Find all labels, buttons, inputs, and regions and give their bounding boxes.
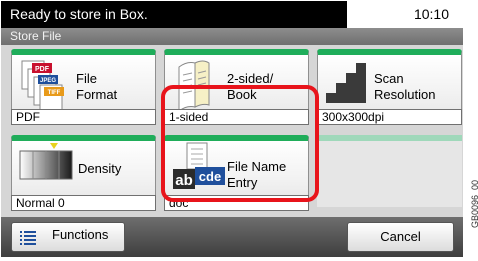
scan-resolution-icon	[324, 61, 370, 105]
svg-text:TIFF: TIFF	[48, 90, 61, 96]
density-icon	[18, 143, 74, 183]
svg-text:JPEG: JPEG	[40, 78, 56, 84]
bottom-bar: Functions Cancel	[1, 217, 463, 257]
status-bar: Ready to store in Box. 10:10	[1, 1, 463, 28]
functions-button[interactable]: Functions	[11, 222, 125, 252]
empty-tile-slot	[317, 135, 462, 207]
density-label: Density	[78, 161, 122, 176]
file-format-label: File Format	[76, 71, 118, 102]
functions-button-label: Functions	[52, 227, 109, 242]
selection-highlight	[161, 85, 319, 202]
status-message: Ready to store in Box.	[1, 1, 339, 28]
screen-title: Store File	[1, 28, 463, 45]
cancel-button-label: Cancel	[380, 229, 421, 244]
file-format-icon: PDF JPEG TIFF	[18, 59, 76, 115]
list-icon	[20, 230, 36, 246]
scan-resolution-value: 300x300dpi	[317, 109, 462, 125]
scan-resolution-label: Scan Resolution	[374, 71, 436, 102]
store-file-screen: Ready to store in Box. 10:10 Store File …	[1, 1, 463, 257]
figure-code: GB0096_00	[470, 179, 478, 228]
density-value: Normal 0	[11, 195, 156, 211]
svg-text:PDF: PDF	[35, 66, 50, 73]
status-time: 10:10	[347, 1, 463, 28]
cancel-button[interactable]: Cancel	[347, 222, 454, 252]
file-format-value: PDF	[11, 109, 156, 125]
settings-grid: PDF JPEG TIFF File Format PDF 2-sided/ B…	[1, 45, 463, 217]
